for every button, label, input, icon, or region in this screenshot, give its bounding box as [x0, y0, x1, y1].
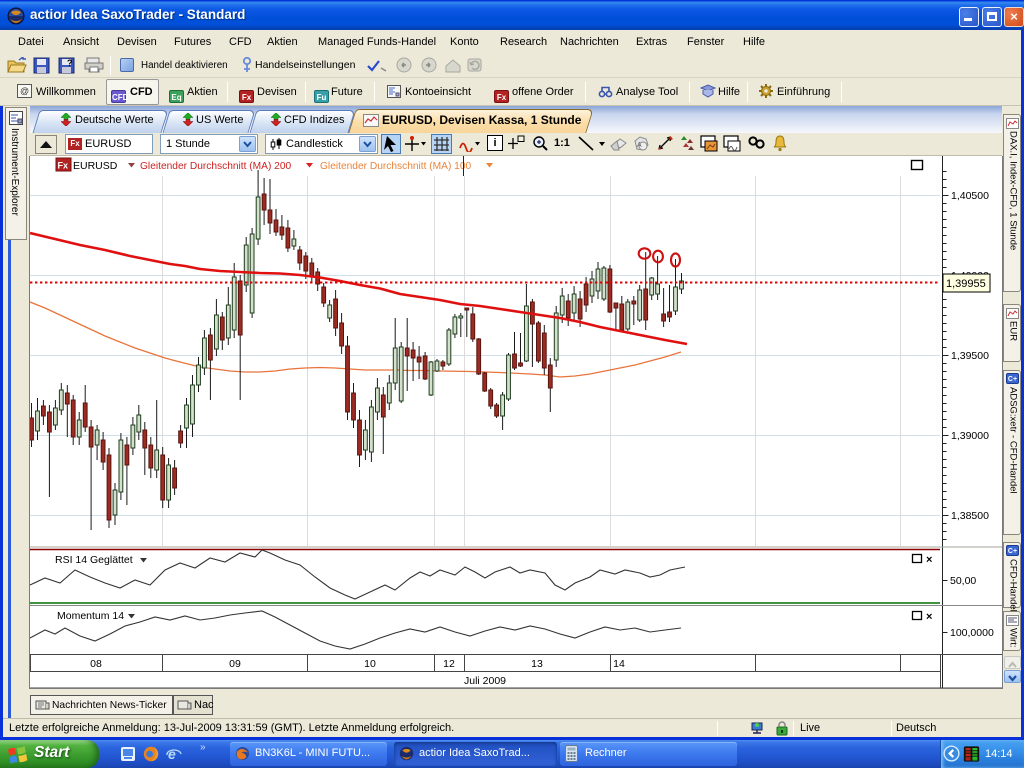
svg-text:?: ?	[67, 58, 73, 68]
svg-text:×: ×	[926, 611, 932, 623]
svg-text:×: ×	[926, 554, 932, 566]
svg-text:14: 14	[613, 658, 625, 670]
svg-text:Juli 2009: Juli 2009	[464, 675, 506, 687]
svg-text:100,0000: 100,0000	[950, 627, 994, 639]
svg-text:@: @	[20, 86, 29, 96]
svg-text:10: 10	[364, 658, 376, 670]
svg-text:Fx: Fx	[58, 161, 69, 171]
svg-text:RSI 14 Geglättet: RSI 14 Geglättet	[55, 554, 133, 566]
svg-text:Gleitender Durchschnitt (MA) 2: Gleitender Durchschnitt (MA) 200	[140, 161, 292, 172]
svg-text:13: 13	[531, 658, 543, 670]
svg-text:Momentum 14: Momentum 14	[57, 610, 124, 622]
svg-text:08: 08	[90, 658, 102, 670]
svg-text:EURUSD: EURUSD	[73, 160, 118, 172]
svg-text:1,39000: 1,39000	[951, 430, 989, 442]
svg-text:e: e	[168, 746, 176, 762]
svg-text:50,00: 50,00	[950, 575, 976, 587]
svg-text:12: 12	[443, 658, 455, 670]
svg-text:1,39955: 1,39955	[946, 278, 986, 290]
svg-text:A: A	[637, 142, 642, 149]
svg-text:09: 09	[229, 658, 241, 670]
svg-text:1,39500: 1,39500	[951, 350, 989, 362]
svg-text:Gleitender Durchschnitt (MA) 1: Gleitender Durchschnitt (MA) 100	[320, 161, 472, 172]
svg-text:1,38500: 1,38500	[951, 510, 989, 522]
svg-text:1,40500: 1,40500	[951, 190, 989, 202]
